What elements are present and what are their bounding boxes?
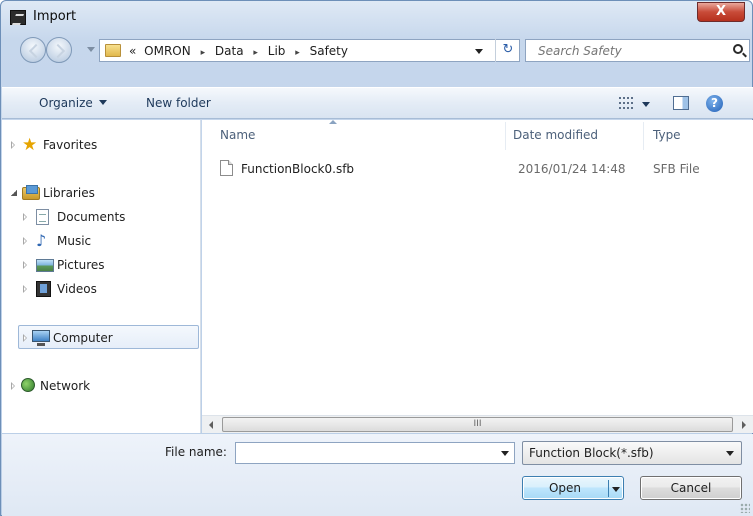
nav-label: Network: [40, 379, 91, 393]
toolbar: Organize New folder ?: [2, 87, 753, 119]
expand-arrow-icon[interactable]: [23, 213, 27, 221]
search-icon[interactable]: [733, 44, 743, 54]
star-icon: ★: [22, 135, 38, 155]
scrollbar-thumb[interactable]: III: [222, 417, 733, 432]
expand-arrow-icon[interactable]: [23, 285, 27, 293]
open-button[interactable]: Open: [522, 476, 624, 500]
nav-label: Documents: [57, 210, 126, 224]
collapse-arrow-icon[interactable]: [11, 190, 17, 196]
app-icon: [10, 10, 26, 25]
file-name: FunctionBlock0.sfb: [241, 162, 355, 176]
nav-label: Computer: [53, 331, 113, 345]
scroll-right-icon[interactable]: [742, 421, 746, 429]
file-icon: [220, 160, 233, 176]
chevron-down-icon: [726, 451, 734, 456]
open-button-label: Open: [548, 481, 582, 495]
view-options-dropdown-icon[interactable]: [642, 102, 650, 107]
pictures-icon: [36, 259, 54, 272]
documents-icon: [36, 209, 49, 225]
organize-label: Organize: [39, 96, 93, 110]
breadcrumb: « OMRON ▸ Data ▸ Lib ▸ Safety: [129, 44, 348, 58]
expand-arrow-icon[interactable]: [11, 382, 15, 390]
network-icon: [21, 378, 35, 392]
file-date-modified: 2016/01/24 14:48: [518, 162, 626, 176]
forward-button[interactable]: [46, 37, 72, 63]
nav-label: Libraries: [43, 186, 95, 200]
address-dropdown-icon[interactable]: [475, 49, 483, 54]
file-name-label: File name:: [165, 445, 227, 459]
column-header-type[interactable]: Type: [653, 128, 681, 142]
refresh-button[interactable]: ↻: [495, 39, 520, 62]
breadcrumb-overflow[interactable]: «: [129, 44, 136, 58]
search-input[interactable]: [526, 40, 726, 61]
file-row[interactable]: FunctionBlock0.sfb 2016/01/24 14:48 SFB …: [220, 158, 750, 182]
address-bar[interactable]: « OMRON ▸ Data ▸ Lib ▸ Safety: [99, 39, 520, 62]
breadcrumb-separator-icon[interactable]: ▸: [253, 48, 258, 58]
breadcrumb-lib[interactable]: Lib: [268, 44, 286, 58]
expand-arrow-icon[interactable]: [23, 334, 27, 342]
recent-pages-dropdown-icon[interactable]: [87, 47, 95, 52]
navigation-pane: ★ Favorites Libraries Documents ♪ Music …: [2, 120, 201, 433]
change-view-icon[interactable]: [619, 97, 633, 109]
folder-icon: [105, 44, 121, 57]
import-dialog: Import X « OMRON ▸ Data ▸ Lib ▸ Safety ↻…: [0, 0, 753, 516]
chevron-down-icon[interactable]: [501, 451, 509, 456]
breadcrumb-data[interactable]: Data: [215, 44, 244, 58]
back-button[interactable]: [20, 37, 46, 63]
breadcrumb-separator-icon[interactable]: ▸: [295, 48, 300, 58]
libraries-icon: [22, 185, 40, 200]
organize-button[interactable]: Organize: [39, 96, 107, 110]
expand-arrow-icon[interactable]: [23, 261, 27, 269]
expand-arrow-icon[interactable]: [23, 237, 27, 245]
nav-label: Pictures: [57, 258, 105, 272]
preview-pane-icon[interactable]: [673, 96, 689, 110]
chevron-down-icon: [98, 100, 107, 105]
window-title: Import: [33, 9, 77, 24]
nav-label: Music: [57, 234, 92, 248]
split-divider: [608, 480, 609, 497]
file-name-input[interactable]: [236, 443, 491, 463]
sort-ascending-icon: [329, 120, 337, 124]
file-type-filter-value: Function Block(*.sfb): [529, 446, 654, 460]
column-divider[interactable]: [505, 122, 506, 150]
horizontal-scrollbar[interactable]: III: [202, 415, 753, 433]
dialog-footer: File name: Function Block(*.sfb) Open Ca…: [2, 434, 753, 516]
scroll-left-icon[interactable]: [209, 421, 213, 429]
file-type: SFB File: [653, 162, 700, 176]
help-icon[interactable]: ?: [706, 95, 723, 112]
column-header-date-modified[interactable]: Date modified: [513, 128, 598, 142]
search-box[interactable]: [525, 39, 750, 62]
title-bar: Import X: [1, 1, 753, 33]
open-options-dropdown-icon[interactable]: [612, 487, 620, 492]
expand-arrow-icon[interactable]: [11, 141, 15, 149]
breadcrumb-safety[interactable]: Safety: [310, 44, 348, 58]
music-icon: ♪: [36, 231, 47, 250]
column-header-name[interactable]: Name: [220, 128, 255, 142]
file-name-combobox[interactable]: [235, 442, 515, 464]
breadcrumb-omron[interactable]: OMRON: [144, 44, 191, 58]
computer-icon: [32, 330, 50, 346]
new-folder-button[interactable]: New folder: [146, 96, 211, 110]
nav-label: Favorites: [43, 138, 98, 152]
close-button[interactable]: X: [697, 2, 745, 22]
file-type-filter[interactable]: Function Block(*.sfb): [522, 441, 742, 465]
resize-grip-icon[interactable]: [740, 503, 750, 513]
cancel-button[interactable]: Cancel: [640, 476, 742, 500]
column-divider[interactable]: [643, 122, 644, 150]
breadcrumb-separator-icon[interactable]: ▸: [201, 48, 206, 58]
file-list: Name Date modified Type FunctionBlock0.s…: [202, 120, 753, 416]
videos-icon: [36, 281, 51, 297]
nav-label: Videos: [57, 282, 97, 296]
